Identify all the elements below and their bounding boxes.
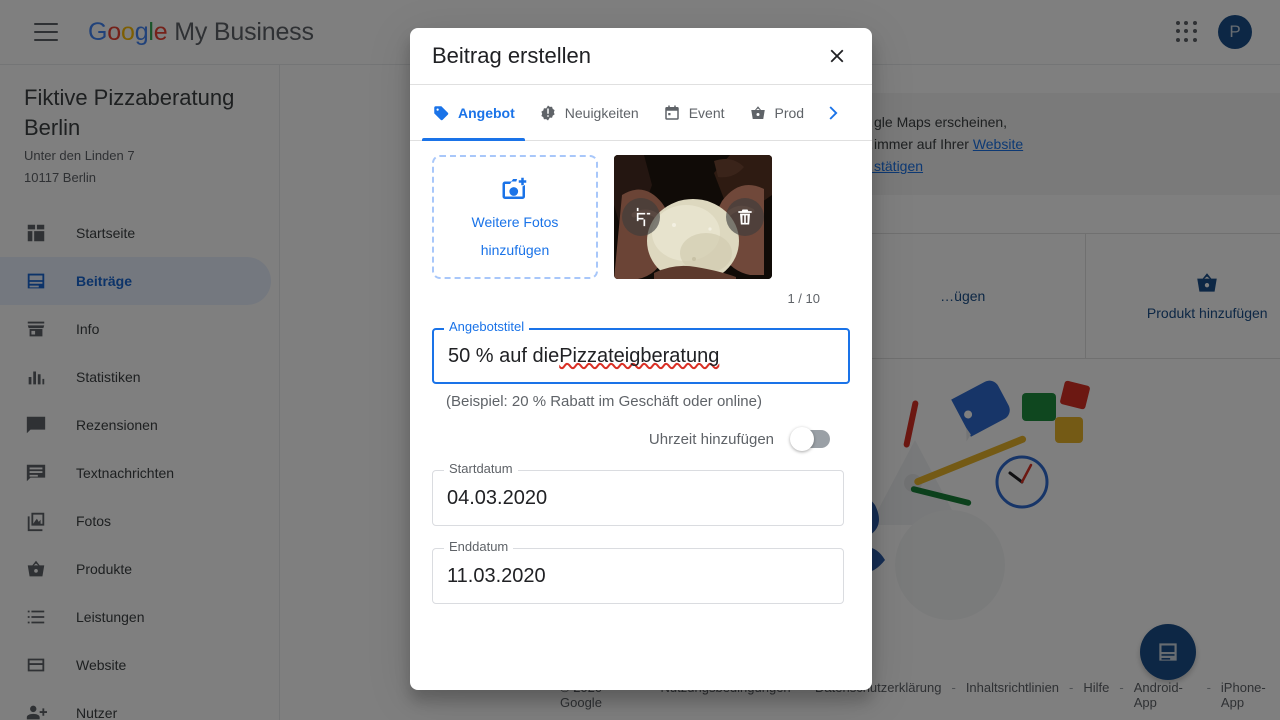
start-date-label: Startdatum [444, 461, 518, 476]
crop-icon [636, 207, 651, 227]
close-icon [830, 49, 844, 63]
tab-event[interactable]: Event [651, 85, 737, 141]
end-date-field[interactable]: Enddatum 11.03.2020 [432, 539, 844, 604]
add-photo-camera-icon [502, 177, 527, 199]
tab-angebot[interactable]: Angebot [420, 85, 527, 141]
tab-neuigkeiten[interactable]: Neuigkeiten [527, 85, 651, 141]
add-photos-dropzone[interactable]: Weitere Fotos hinzufügen [432, 155, 598, 279]
tab-produkt[interactable]: Prod [737, 85, 817, 141]
post-type-tabs: Angebot Neuigkeiten Event Prod [410, 85, 872, 141]
tabs-next-button[interactable] [818, 99, 846, 127]
photo-row: Weitere Fotos hinzufügen [432, 155, 850, 279]
offer-title-value-misspelled: Pizzateigberatung [559, 344, 720, 367]
start-date-input[interactable]: 04.03.2020 [432, 470, 844, 526]
photo-thumbnail[interactable] [614, 155, 772, 279]
add-time-toggle-row: Uhrzeit hinzufügen [432, 427, 850, 451]
tab-label: Angebot [458, 104, 515, 121]
calendar-icon [664, 105, 679, 120]
photo-counter: 1 / 10 [787, 291, 820, 306]
end-date-label: Enddatum [444, 539, 514, 554]
offer-title-label: Angebotstitel [444, 319, 530, 334]
offer-title-input[interactable]: 50 % auf die Pizzateigberatung [432, 328, 850, 384]
tab-label: Event [688, 104, 725, 121]
crop-photo-button[interactable] [622, 198, 660, 236]
offer-title-value-plain: 50 % auf die [448, 344, 560, 367]
news-icon [541, 105, 555, 120]
dialog-title: Beitrag erstellen [432, 43, 591, 68]
start-date-field[interactable]: Startdatum 04.03.2020 [432, 461, 844, 526]
tab-label: Prod [774, 104, 805, 121]
screen: Google My Business P Fiktive Pizzaberatu… [0, 0, 1280, 720]
add-photos-label-line-2: hinzufügen [480, 242, 550, 258]
chevron-right-icon [829, 105, 838, 120]
offer-title-field[interactable]: Angebotstitel 50 % auf die Pizzateigbera… [432, 319, 850, 384]
toggle-knob [790, 427, 814, 451]
dialog-body: Weitere Fotos hinzufügen 1 / 10 Angebots… [410, 141, 872, 690]
trash-icon [738, 209, 752, 225]
create-post-dialog: Beitrag erstellen Angebot Neuigkeiten Ev… [410, 28, 872, 690]
delete-photo-button[interactable] [726, 198, 764, 236]
dialog-header: Beitrag erstellen [410, 28, 872, 85]
basket-icon [750, 105, 765, 119]
close-button[interactable] [824, 43, 850, 69]
add-time-label: Uhrzeit hinzufügen [648, 430, 774, 448]
offer-title-hint: (Beispiel: 20 % Rabatt im Geschäft oder … [446, 393, 762, 410]
tab-label: Neuigkeiten [564, 104, 639, 121]
add-photos-label-line-1: Weitere Fotos [471, 214, 559, 230]
end-date-input[interactable]: 11.03.2020 [432, 548, 844, 604]
add-time-toggle[interactable] [790, 427, 830, 451]
tag-icon [434, 105, 449, 120]
